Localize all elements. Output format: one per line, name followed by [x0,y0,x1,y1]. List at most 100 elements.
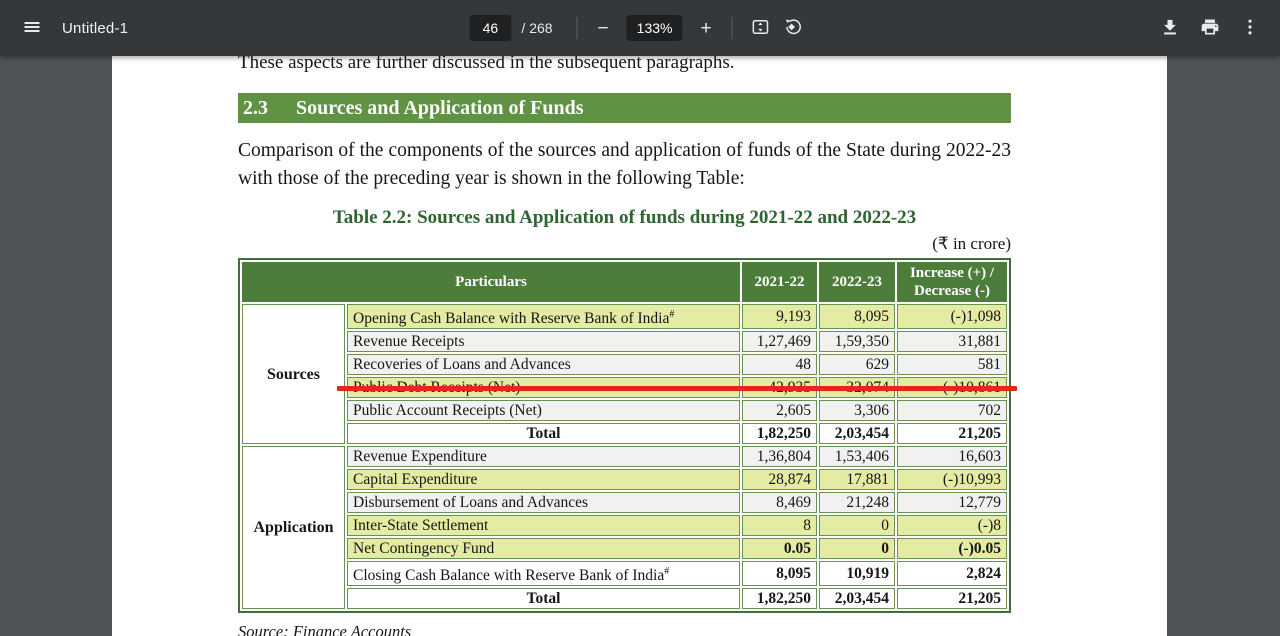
value-2021-22: 8,469 [742,492,817,514]
value-change: 31,881 [897,331,1007,353]
footnote-marker: # [669,309,675,320]
value-change: (-)1,098 [897,304,1007,330]
value-change: 21,205 [897,588,1007,610]
more-vert-icon [1240,17,1260,40]
value-2021-22: 1,82,250 [742,423,817,445]
value-2022-23: 10,919 [819,561,895,587]
toolbar-divider [576,17,578,39]
toolbar-divider [731,17,733,39]
fit-to-page-icon [751,17,771,40]
col-header-2021-22: 2021-22 [742,262,817,302]
zoom-in-button[interactable]: + [692,15,719,42]
zoom-level-display[interactable]: 133% [626,15,683,41]
row-label: Net Contingency Fund [347,538,740,560]
footnote-marker: # [664,566,670,578]
table-row: Application Revenue Expenditure 1,36,804… [242,446,1007,610]
row-label: Total [347,423,740,445]
document-viewer[interactable]: These aspects are further discussed in t… [0,56,1280,636]
value-2022-23: 2,03,454 [819,588,895,610]
source-note: Source: Finance Accounts [238,622,412,636]
value-2021-22: 8 [742,515,817,537]
section-number: 2.3 [243,96,268,119]
section-heading: 2.3 Sources and Application of Funds [238,93,1011,123]
row-label: Inter-State Settlement [347,515,740,537]
col-header-change: Increase (+) / Decrease (-) [897,262,1007,302]
value-change: 21,205 [897,423,1007,445]
value-2021-22: 1,82,250 [742,588,817,610]
value-2022-23: 21,248 [819,492,895,514]
intro-paragraph: These aspects are further discussed in t… [238,56,735,73]
value-2021-22: 8,095 [742,561,817,587]
row-label: Capital Expenditure [347,469,740,491]
table-row: Capital Expenditure 28,874 17,881 (-)10,… [242,469,1007,491]
value-2021-22: 28,874 [742,469,817,491]
row-label: Opening Cash Balance with Reserve Bank o… [347,304,740,330]
value-change: 16,603 [897,446,1007,468]
body-paragraph: Comparison of the components of the sour… [238,140,1011,189]
value-change: (-)8 [897,515,1007,537]
section-title: Sources and Application of Funds [296,96,584,119]
funds-table: Particulars 2021-22 2022-23 Increase (+)… [238,258,1011,614]
value-change: (-)0.05 [897,538,1007,560]
value-2022-23: 8,095 [819,304,895,330]
value-2022-23: 17,881 [819,469,895,491]
row-label: Total [347,588,740,610]
document-title: Untitled-1 [62,19,129,37]
group-label-application: Application [242,446,345,610]
fit-to-page-button[interactable] [745,8,777,48]
table-row: Closing Cash Balance with Reserve Bank o… [242,561,1007,587]
print-icon [1200,17,1220,40]
row-label: Closing Cash Balance with Reserve Bank o… [347,561,740,587]
table-row: Inter-State Settlement 8 0 (-)8 [242,515,1007,537]
value-2022-23: 3,306 [819,400,895,422]
red-annotation-line [337,386,1017,391]
table-caption: Table 2.2: Sources and Application of fu… [332,207,917,228]
funds-table-container: Particulars 2021-22 2022-23 Increase (+)… [238,258,1017,614]
value-2021-22: 1,27,469 [742,331,817,353]
header-row: Particulars 2021-22 2022-23 Increase (+)… [242,262,1007,302]
col-header-particulars: Particulars [242,262,740,302]
value-2022-23: 2,03,454 [819,423,895,445]
toolbar-left: Untitled-1 [0,8,128,48]
value-change: 581 [897,354,1007,376]
toolbar-center: / 268 − 133% + [469,0,810,56]
value-2022-23: 1,59,350 [819,331,895,353]
rotate-button[interactable] [777,8,811,48]
page-content: These aspects are further discussed in t… [238,56,1017,636]
download-button[interactable] [1150,8,1190,48]
sources-total-row: Total 1,82,250 2,03,454 21,205 [242,423,1007,445]
zoom-out-button[interactable]: − [590,15,617,42]
table-row: Recoveries of Loans and Advances 48 629 … [242,354,1007,376]
row-label: Disbursement of Loans and Advances [347,492,740,514]
page-number-input[interactable] [469,15,512,41]
col-header-2022-23: 2022-23 [819,262,895,302]
group-label-sources: Sources [242,304,345,445]
value-change: 2,824 [897,561,1007,587]
value-2022-23: 629 [819,354,895,376]
value-2021-22: 48 [742,354,817,376]
table-row: Disbursement of Loans and Advances 8,469… [242,492,1007,514]
value-2021-22: 9,193 [742,304,817,330]
hamburger-icon [22,17,42,40]
more-options-button[interactable] [1230,8,1270,48]
page-count-label: / 268 [521,20,553,36]
value-2021-22: 2,605 [742,400,817,422]
application-total-row: Total 1,82,250 2,03,454 21,205 [242,588,1007,610]
pdf-page: These aspects are further discussed in t… [112,56,1167,636]
download-icon [1160,17,1180,40]
toolbar-right [1150,8,1280,48]
unit-note: (₹ in crore) [932,234,1011,253]
value-change: (-)10,993 [897,469,1007,491]
row-label: Recoveries of Loans and Advances [347,354,740,376]
row-label: Public Account Receipts (Net) [347,400,740,422]
pdf-viewer-toolbar: Untitled-1 / 268 − 133% + [0,0,1280,56]
rotate-icon [784,17,804,40]
print-button[interactable] [1190,8,1230,48]
menu-button[interactable] [12,8,52,48]
table-row: Public Account Receipts (Net) 2,605 3,30… [242,400,1007,422]
value-change: 702 [897,400,1007,422]
value-2022-23: 0 [819,515,895,537]
value-change: 12,779 [897,492,1007,514]
value-2021-22: 0.05 [742,538,817,560]
value-2022-23: 1,53,406 [819,446,895,468]
